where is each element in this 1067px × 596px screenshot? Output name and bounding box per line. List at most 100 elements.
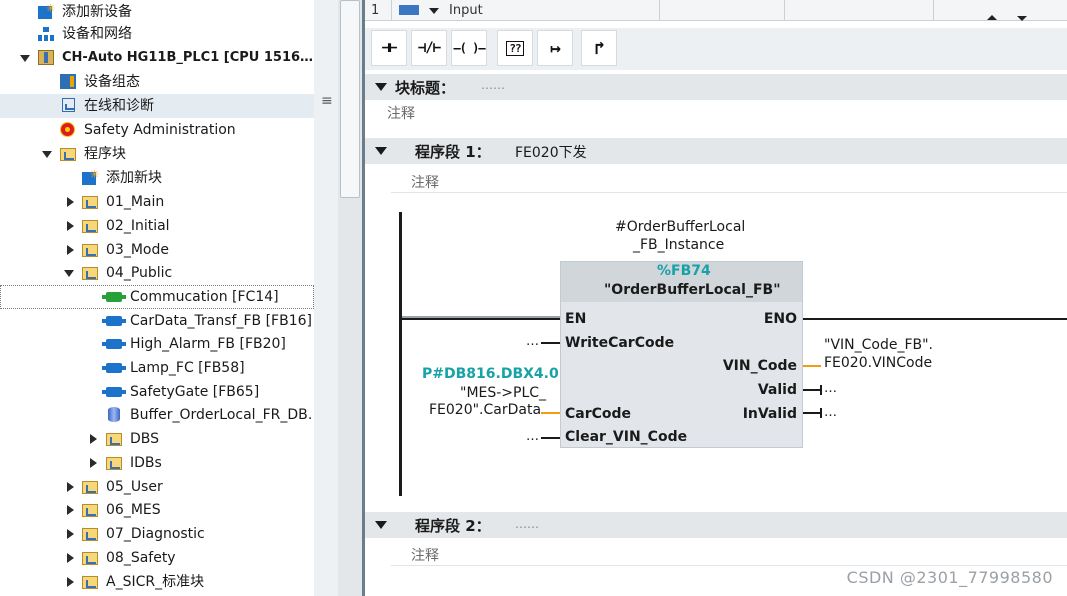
- collapse-arrow-icon[interactable]: [375, 521, 387, 529]
- splitter-grip-icon[interactable]: ≡: [321, 93, 333, 109]
- tree-item-block[interactable]: Buffer_OrderLocal_FR_DB…: [0, 403, 314, 427]
- tree-item-folder[interactable]: 03_Mode: [0, 238, 314, 262]
- tree-item-folder[interactable]: IDBs: [0, 451, 314, 475]
- block-title-value[interactable]: ……: [481, 78, 505, 92]
- operand-write-car-code[interactable]: …: [526, 334, 539, 349]
- operand-vin-code-line2[interactable]: FE020.VINCode: [824, 355, 932, 371]
- eno-wire: [803, 318, 1067, 320]
- coil-button[interactable]: –( )–: [451, 30, 487, 66]
- expand-arrow-icon[interactable]: [20, 55, 30, 62]
- open-branch-button[interactable]: ↦: [537, 30, 573, 66]
- tree-item-folder[interactable]: 04_Public: [0, 261, 314, 285]
- tree-item-folder[interactable]: 05_User: [0, 475, 314, 499]
- scroll-down-icon[interactable]: [1017, 16, 1027, 21]
- tree-item-folder[interactable]: 06_MES: [0, 498, 314, 522]
- interface-row-number: 1: [371, 3, 380, 18]
- operand-clear-vin-code[interactable]: …: [526, 429, 539, 444]
- tree-item-block[interactable]: Commucation [FC14]: [0, 285, 314, 309]
- network-2-header[interactable]: 程序段 2： ……: [365, 512, 1067, 538]
- expand-arrow-icon[interactable]: [42, 151, 52, 158]
- collapse-arrow-icon[interactable]: [67, 529, 74, 539]
- operand-car-code-line2[interactable]: FE020".CarData: [429, 402, 541, 418]
- instance-db-line1[interactable]: #OrderBufferLocal: [615, 219, 745, 235]
- operand-vin-code-line1[interactable]: "VIN_Code_FB".: [824, 337, 933, 353]
- tree-item-add-device[interactable]: 添加新设备: [0, 0, 314, 24]
- tree-item-program-blocks[interactable]: 程序块: [0, 142, 314, 166]
- collapse-arrow-icon[interactable]: [67, 482, 74, 492]
- dropdown-arrow-icon[interactable]: [429, 8, 439, 14]
- tree-item-block[interactable]: High_Alarm_FB [FB20]: [0, 332, 314, 356]
- tree-item-folder[interactable]: DBS: [0, 427, 314, 451]
- tree-item-device-config[interactable]: 设备组态: [0, 70, 314, 94]
- folder-icon: [106, 431, 122, 447]
- folder-icon: [82, 479, 98, 495]
- empty-box-button[interactable]: ??: [497, 30, 533, 66]
- fb-block-icon: [102, 384, 126, 400]
- operand-invalid[interactable]: …: [824, 405, 837, 420]
- collapse-arrow-icon[interactable]: [67, 245, 74, 255]
- tree-item-folder[interactable]: 08_Safety: [0, 546, 314, 570]
- folder-icon: [82, 265, 98, 281]
- operand-valid[interactable]: …: [824, 381, 837, 396]
- add-block-icon: [82, 163, 99, 187]
- scrollbar-thumb[interactable]: [340, 0, 360, 198]
- collapse-arrow-icon[interactable]: [375, 147, 387, 155]
- tree-item-block[interactable]: CarData_Transf_FB [FB16]: [0, 309, 314, 333]
- tree-item-plc[interactable]: CH-Auto HG11B_PLC1 [CPU 1516…: [0, 46, 314, 70]
- interface-strip: 1 Input: [365, 0, 1067, 21]
- network-1-label: 程序段 1：: [415, 143, 491, 161]
- block-title-header[interactable]: 块标题： ……: [365, 74, 1067, 100]
- network-1-comment[interactable]: 注释: [411, 172, 439, 192]
- collapse-arrow-icon[interactable]: [90, 434, 97, 444]
- watermark: CSDN @2301_77998580: [846, 568, 1053, 587]
- tree-item-block[interactable]: Lamp_FC [FB58]: [0, 356, 314, 380]
- tree-item-folder[interactable]: A_SICR_标准块: [0, 570, 314, 594]
- tree-item-safety-admin[interactable]: Safety Administration: [0, 118, 314, 142]
- block-title-label: 块标题：: [395, 79, 456, 97]
- network-2-title[interactable]: ……: [515, 517, 539, 531]
- pin-eno: ENO: [763, 311, 797, 327]
- scroll-up-icon[interactable]: [987, 15, 997, 20]
- panel-splitter[interactable]: ≡: [314, 0, 339, 596]
- collapse-arrow-icon[interactable]: [67, 197, 74, 207]
- tree-item-add-block[interactable]: 添加新块: [0, 163, 314, 190]
- pin-valid: Valid: [757, 382, 797, 398]
- fb-block-box[interactable]: %FB74 "OrderBufferLocal_FB" EN ENO Write…: [560, 261, 803, 448]
- tree-scrollbar[interactable]: [338, 0, 362, 596]
- tree-item-devices-networks[interactable]: 设备和网络: [0, 22, 314, 46]
- tree-item-online-diagnostics[interactable]: 在线和诊断: [0, 94, 314, 118]
- fc-block-icon: [102, 289, 126, 305]
- instance-db-line2[interactable]: _FB_Instance: [633, 237, 724, 253]
- collapse-arrow-icon[interactable]: [67, 577, 74, 587]
- ladder-editor: 1 Input ⊣⊢ ⊣/⊢ –( )– ?? ↦ ↱ 块标题： …… 注释 程…: [362, 0, 1067, 596]
- folder-icon: [82, 574, 98, 590]
- collapse-arrow-icon[interactable]: [67, 221, 74, 231]
- tree-item-folder[interactable]: 01_Main: [0, 190, 314, 214]
- network-1-header[interactable]: 程序段 1： FE020下发: [365, 138, 1067, 164]
- fb-name: "OrderBufferLocal_FB": [604, 282, 781, 298]
- pin-vin-code: VIN_Code: [722, 358, 797, 374]
- collapse-arrow-icon[interactable]: [67, 553, 74, 563]
- block-comment[interactable]: 注释: [387, 103, 415, 123]
- close-branch-button[interactable]: ↱: [581, 30, 617, 66]
- instruction-toolbar: ⊣⊢ ⊣/⊢ –( )– ?? ↦ ↱: [365, 28, 1067, 70]
- pin-invalid: InValid: [742, 406, 797, 422]
- plc-icon: [38, 50, 54, 66]
- collapse-arrow-icon[interactable]: [375, 83, 387, 91]
- tree-item-folder[interactable]: 07_Diagnostic: [0, 522, 314, 546]
- tree-item-block[interactable]: SafetyGate [FB65]: [0, 380, 314, 404]
- diagnostics-icon: [60, 98, 76, 114]
- expand-arrow-icon[interactable]: [64, 270, 74, 277]
- operand-car-code-address[interactable]: P#DB816.DBX4.0: [422, 366, 559, 382]
- network-2-comment[interactable]: 注释: [411, 545, 439, 565]
- collapse-arrow-icon[interactable]: [90, 458, 97, 468]
- normally-closed-contact-button[interactable]: ⊣/⊢: [411, 30, 447, 66]
- tree-item-folder[interactable]: 02_Initial: [0, 214, 314, 238]
- power-rail: [399, 212, 402, 496]
- normally-open-contact-button[interactable]: ⊣⊢: [371, 30, 407, 66]
- operand-car-code-line1[interactable]: "MES->PLC_: [460, 385, 546, 401]
- collapse-arrow-icon[interactable]: [67, 505, 74, 515]
- network-1-title[interactable]: FE020下发: [515, 142, 587, 162]
- folder-icon: [82, 526, 98, 542]
- folder-icon: [82, 242, 98, 258]
